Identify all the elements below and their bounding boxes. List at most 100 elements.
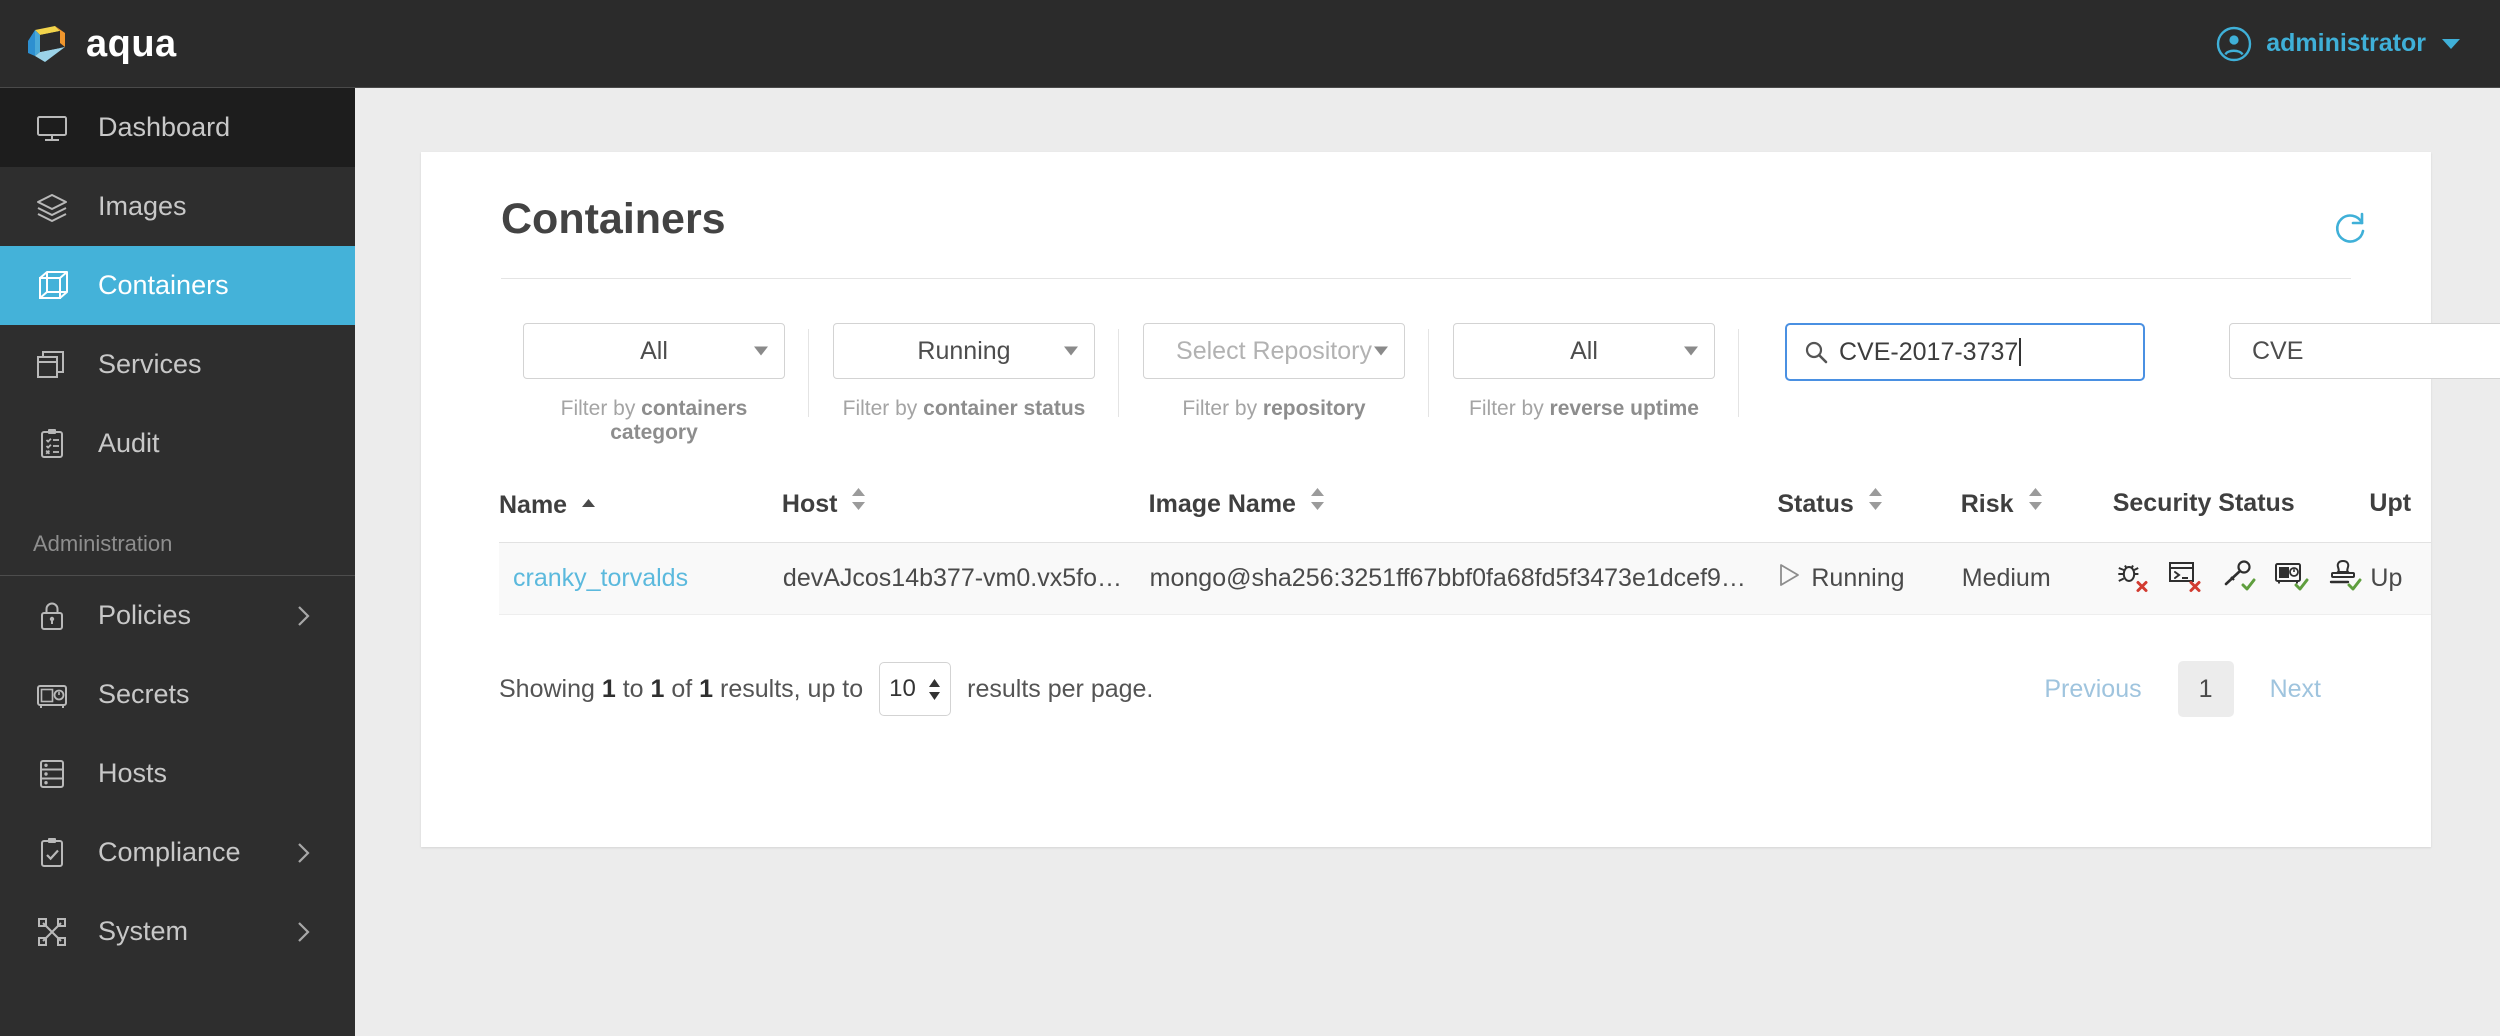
cell-security-status [2112, 542, 2370, 615]
pagination: Showing 1 to 1 of 1 results, up to 10 re… [421, 615, 2431, 717]
sidebar-item-policies[interactable]: Policies [0, 576, 355, 655]
sidebar-item-label: Dashboard [98, 112, 231, 142]
column-header-uptime: Upt [2369, 487, 2431, 543]
column-header-security-status: Security Status [2112, 487, 2370, 543]
play-outline-icon [1778, 563, 1800, 594]
select-value: All [640, 336, 668, 365]
table-row[interactable]: cranky_torvalds devAJcos14b377-vm0.vx5fo… [499, 542, 2431, 615]
user-circle-icon [2216, 26, 2252, 62]
top-bar: aqua administrator [0, 0, 2500, 88]
sidebar-item-dashboard[interactable]: Dashboard [0, 88, 355, 167]
column-header-risk[interactable]: Risk [1960, 487, 2113, 543]
pagination-suffix: results per page. [967, 674, 1154, 703]
layers-icon [33, 188, 71, 226]
sort-both-icon [1310, 488, 1324, 517]
safe-icon [33, 676, 71, 714]
column-header-name[interactable]: Name [499, 487, 782, 543]
caret-down-icon [2442, 38, 2460, 49]
text-cursor [2019, 338, 2022, 366]
key-icon[interactable] [2220, 557, 2256, 600]
sidebar: Dashboard Images Containers Services Aud… [0, 88, 355, 1036]
results-per-page-stepper[interactable]: 10 [879, 662, 952, 716]
sidebar-item-label: Containers [98, 270, 229, 300]
stamp-icon[interactable] [2326, 557, 2362, 600]
reverse-uptime-select[interactable]: All [1453, 323, 1715, 379]
user-name: administrator [2266, 29, 2426, 57]
page-number-1[interactable]: 1 [2177, 661, 2234, 717]
column-header-status[interactable]: Status [1777, 487, 1961, 543]
clipboard-check-icon [33, 834, 71, 872]
sidebar-item-compliance[interactable]: Compliance [0, 813, 355, 892]
containers-table-wrap: Name Host Image Name Status Risk Securit… [421, 487, 2431, 615]
card-header: Containers [421, 152, 2431, 248]
sidebar-item-services[interactable]: Services [0, 325, 355, 404]
sidebar-item-hosts[interactable]: Hosts [0, 734, 355, 813]
containers-category-select[interactable]: All [523, 323, 785, 379]
refresh-icon[interactable] [2329, 206, 2371, 248]
lock-icon [33, 597, 71, 635]
search-icon [1803, 339, 1829, 365]
select-value: CVE [2252, 336, 2304, 365]
cell-risk: Medium [1960, 542, 2113, 615]
terminal-icon[interactable] [2167, 557, 2203, 600]
container-name-link[interactable]: cranky_torvalds [513, 564, 688, 592]
previous-page-button[interactable]: Previous [2012, 675, 2173, 704]
search-input[interactable]: CVE-2017-3737 [1785, 323, 2145, 381]
per-page-value: 10 [889, 675, 916, 702]
caret-down-icon [1374, 346, 1388, 356]
caret-down-icon [1064, 346, 1078, 356]
sidebar-item-system[interactable]: System [0, 892, 355, 971]
bug-icon[interactable] [2114, 557, 2150, 600]
search-scope-select[interactable]: CVE [2229, 323, 2500, 379]
sidebar-item-containers[interactable]: Containers [0, 246, 355, 325]
sidebar-section-administration: Administration [33, 531, 173, 556]
main-content: Containers All Filter by containers cate… [355, 88, 2500, 1036]
next-page-button[interactable]: Next [2238, 675, 2353, 704]
pagination-controls: Previous 1 Next [2012, 661, 2431, 717]
filter-containers-category: All Filter by containers category [499, 323, 809, 445]
cube-icon [33, 267, 71, 305]
sidebar-item-label: Secrets [98, 679, 190, 709]
repository-select[interactable]: Select Repository [1143, 323, 1405, 379]
sidebar-item-label: Policies [98, 600, 192, 630]
chevron-right-icon [295, 602, 313, 630]
search-value: CVE-2017-3737 [1839, 337, 2019, 366]
brand[interactable]: aqua [0, 21, 177, 67]
sidebar-item-label: Audit [98, 428, 160, 458]
column-header-image-name[interactable]: Image Name [1148, 487, 1778, 543]
container-status-select[interactable]: Running [833, 323, 1095, 379]
sidebar-item-secrets[interactable]: Secrets [0, 655, 355, 734]
pagination-summary: Showing 1 to 1 of 1 results, up to [499, 674, 864, 703]
sidebar-item-label: Services [98, 349, 202, 379]
chevron-right-icon [295, 918, 313, 946]
safe-icon[interactable] [2273, 557, 2309, 600]
select-value: Running [917, 336, 1011, 365]
sidebar-item-audit[interactable]: Audit [0, 404, 355, 483]
user-menu[interactable]: administrator [2216, 26, 2500, 62]
aqua-cube-logo-icon [22, 21, 68, 67]
windows-icon [33, 346, 71, 384]
search-group: CVE-2017-3737 [1739, 323, 2173, 381]
sidebar-item-images[interactable]: Images [0, 167, 355, 246]
filter-container-status: Running Filter by container status [809, 323, 1119, 421]
cell-host: devAJcos14b377-vm0.vx5fo… [781, 542, 1149, 615]
filter-caption: Filter by repository [1182, 397, 1366, 420]
containers-card: Containers All Filter by containers cate… [421, 152, 2500, 847]
column-header-host[interactable]: Host [781, 487, 1149, 543]
caret-down-icon [754, 346, 768, 356]
filter-caption: Filter by container status [842, 397, 1086, 420]
spinner-arrows-icon [928, 678, 941, 700]
sort-asc-icon [582, 487, 596, 516]
filter-bar: All Filter by containers category Runnin… [421, 279, 2500, 445]
select-value: All [1570, 336, 1598, 365]
status-text: Running [1811, 564, 1905, 592]
select-value: Select Repository [1176, 336, 1372, 365]
sidebar-item-label: Hosts [98, 758, 168, 788]
filter-caption: Filter by containers category [560, 397, 748, 444]
filter-reverse-uptime: All Filter by reverse uptime [1429, 323, 1739, 421]
sidebar-item-label: Compliance [98, 837, 241, 867]
nodes-icon [33, 913, 71, 951]
sort-both-icon [2028, 488, 2042, 517]
containers-table: Name Host Image Name Status Risk Securit… [499, 487, 2431, 615]
search-scope-group: CVE [2173, 323, 2500, 379]
